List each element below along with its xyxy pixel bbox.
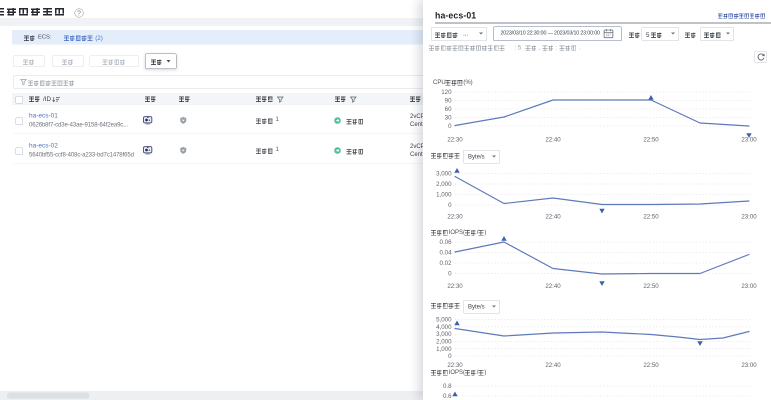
svg-text:22:40: 22:40 xyxy=(545,137,561,144)
svg-text:90: 90 xyxy=(445,98,452,105)
svg-text:23:00: 23:00 xyxy=(741,362,757,369)
svg-text:1,000: 1,000 xyxy=(436,346,452,353)
svg-text:22:40: 22:40 xyxy=(545,283,561,290)
svg-text:23:00: 23:00 xyxy=(741,283,757,290)
svg-text:60: 60 xyxy=(445,106,452,113)
svg-text:0: 0 xyxy=(448,202,452,209)
svg-text:22:40: 22:40 xyxy=(545,214,561,221)
svg-text:22:30: 22:30 xyxy=(447,137,463,144)
svg-text:22:50: 22:50 xyxy=(643,214,659,221)
svg-text:0.8: 0.8 xyxy=(443,383,452,390)
svg-text:120: 120 xyxy=(441,89,452,96)
svg-text:22:50: 22:50 xyxy=(643,283,659,290)
svg-text:0.02: 0.02 xyxy=(440,260,453,267)
svg-text:2,000: 2,000 xyxy=(436,339,452,346)
svg-text:0: 0 xyxy=(448,353,452,360)
svg-text:5,000: 5,000 xyxy=(436,317,452,324)
svg-text:22:40: 22:40 xyxy=(545,362,561,369)
svg-text:23:00: 23:00 xyxy=(741,214,757,221)
svg-text:22:30: 22:30 xyxy=(447,283,463,290)
svg-text:22:50: 22:50 xyxy=(643,137,659,144)
svg-text:22:30: 22:30 xyxy=(447,362,463,369)
svg-text:3,000: 3,000 xyxy=(436,171,452,178)
svg-text:0: 0 xyxy=(448,271,452,278)
svg-text:0.6: 0.6 xyxy=(443,393,452,400)
svg-text:22:30: 22:30 xyxy=(447,214,463,221)
svg-text:1,000: 1,000 xyxy=(436,192,452,199)
svg-text:23:00: 23:00 xyxy=(741,137,757,144)
svg-text:0: 0 xyxy=(448,123,452,130)
svg-text:0.04: 0.04 xyxy=(440,250,453,257)
svg-text:22:50: 22:50 xyxy=(643,362,659,369)
svg-text:30: 30 xyxy=(445,115,452,122)
svg-text:4,000: 4,000 xyxy=(436,324,452,331)
svg-text:0.06: 0.06 xyxy=(440,239,453,246)
svg-text:2,000: 2,000 xyxy=(436,181,452,188)
svg-text:3,000: 3,000 xyxy=(436,331,452,338)
